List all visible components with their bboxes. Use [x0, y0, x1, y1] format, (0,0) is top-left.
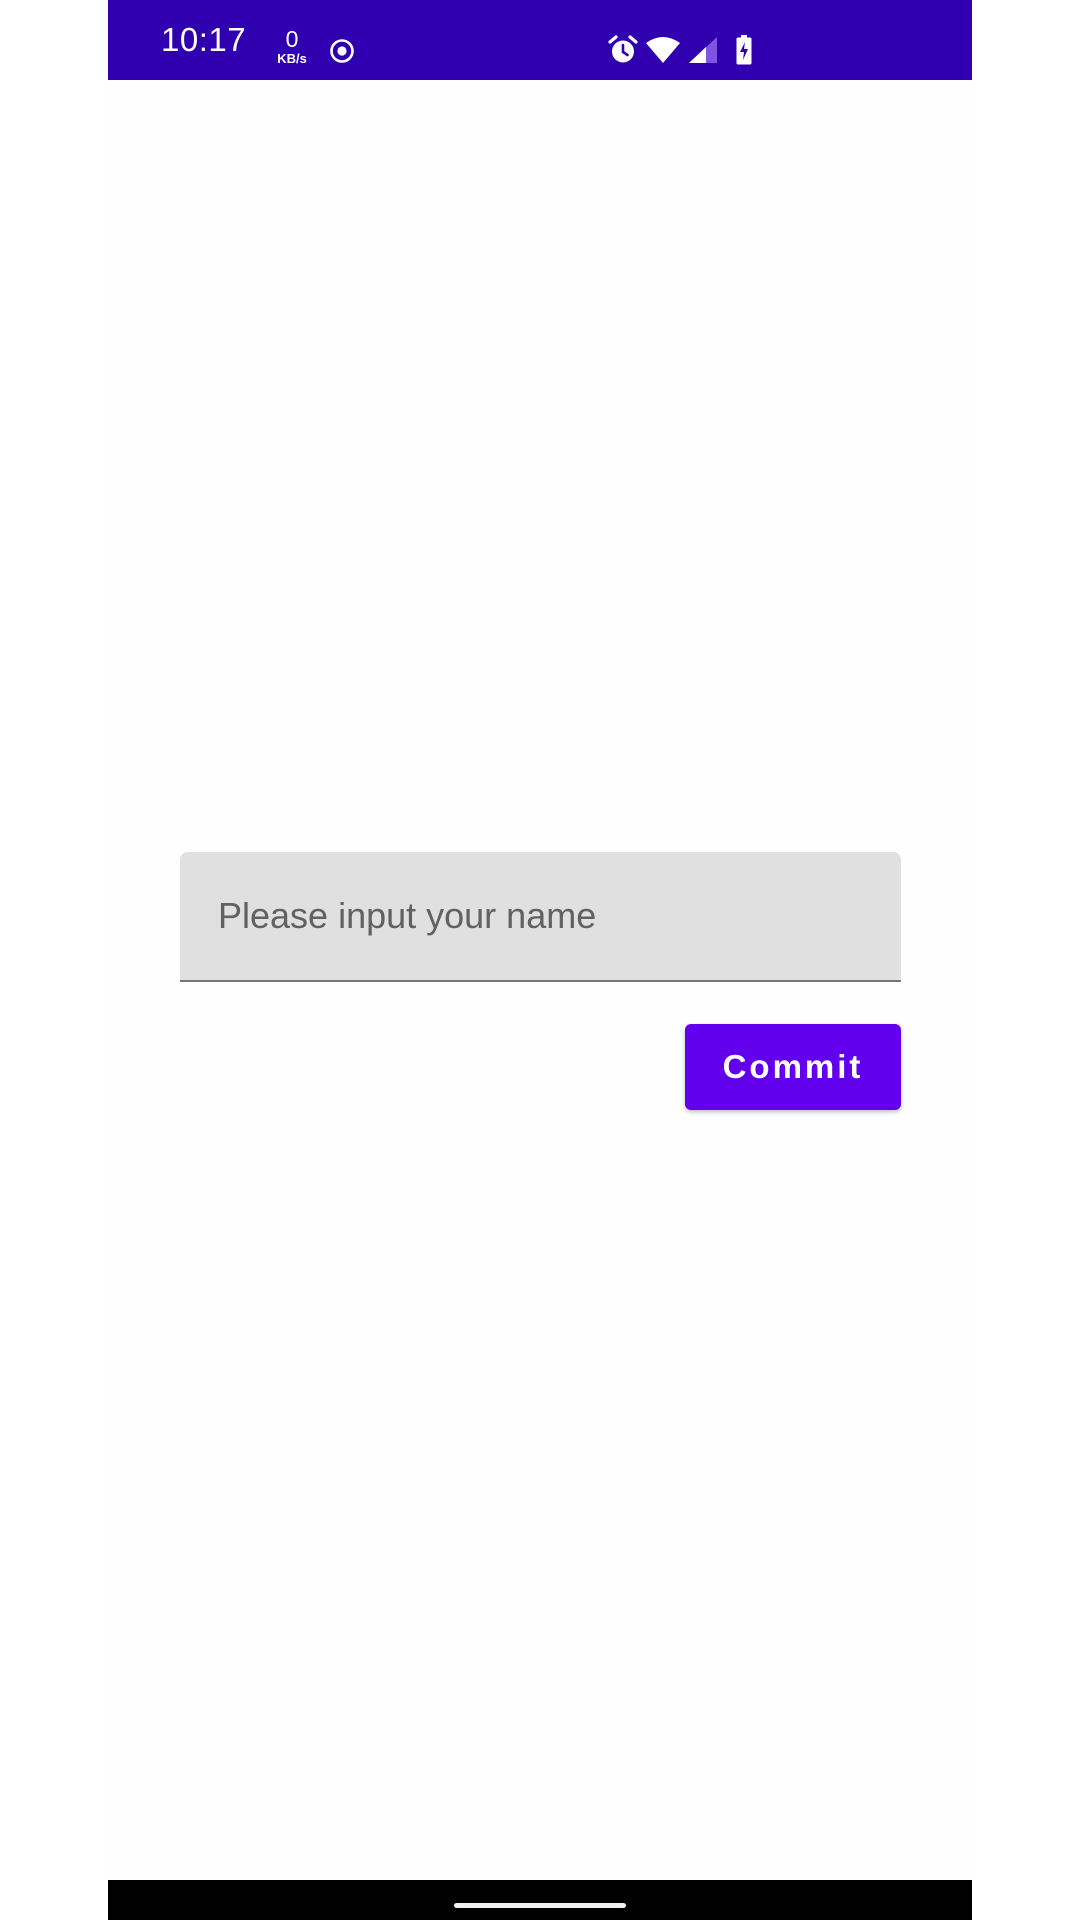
battery-charging-icon	[735, 34, 753, 66]
cast-icon	[329, 38, 355, 64]
status-time: 10:17	[161, 21, 247, 58]
commit-button[interactable]: Commit	[685, 1024, 901, 1110]
wifi-icon	[645, 35, 681, 65]
status-bar: 10:17 0 KB/s	[108, 0, 972, 80]
app-screen: 10:17 0 KB/s Please input your name Comm…	[108, 0, 972, 1920]
name-field[interactable]	[180, 852, 901, 982]
signal-icon	[687, 35, 719, 65]
status-icons	[607, 34, 753, 66]
name-input[interactable]	[180, 852, 901, 980]
network-speed-value: 0	[285, 26, 299, 52]
network-speed-unit: KB/s	[277, 51, 307, 66]
navigation-bar	[108, 1880, 972, 1920]
alarm-icon	[607, 34, 639, 66]
home-gesture-handle[interactable]	[454, 1903, 626, 1908]
network-speed: 0 KB/s	[270, 26, 314, 66]
